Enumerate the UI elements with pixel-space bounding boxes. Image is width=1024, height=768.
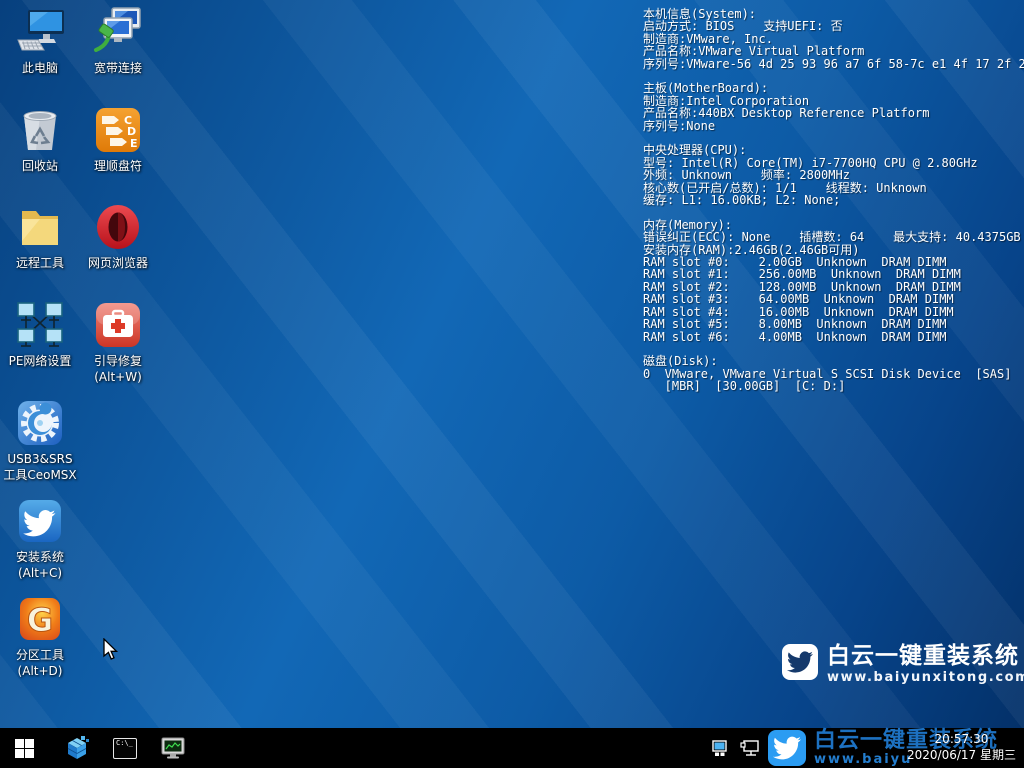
opera-browser-icon xyxy=(92,201,144,253)
desktop-icon-boot-repair[interactable]: 引导修复 (Alt+W) xyxy=(79,299,157,385)
sysinfo-memory: 内存(Memory): 错误纠正(ECC): None 插槽数: 64 最大支持… xyxy=(643,219,1021,343)
recycle-bin-icon xyxy=(14,104,66,156)
computer-icon xyxy=(14,6,66,58)
brand-watermark: 白云一键重装系统 www.baiyunxitong.com xyxy=(782,644,1024,685)
first-aid-kit-icon xyxy=(92,299,144,351)
diskgenius-icon: G xyxy=(14,593,66,645)
gear-swirl-icon xyxy=(14,397,66,449)
sysinfo-disk: 磁盘(Disk): 0 VMware, VMware Virtual S SCS… xyxy=(643,355,1021,392)
clock-date: 2020/06/17 星期三 xyxy=(907,747,1016,763)
desktop-icon-label: 网页浏览器 xyxy=(79,255,157,271)
display-settings-tray-icon[interactable] xyxy=(711,737,733,759)
hardware-monitor-icon xyxy=(160,735,186,761)
drive-letters-icon: C D E xyxy=(92,104,144,156)
blue-cube-icon xyxy=(64,735,90,761)
desktop-icon-label: 远程工具 xyxy=(1,255,79,271)
desktop-icon-partition-tool[interactable]: G 分区工具 (Alt+D) xyxy=(1,593,79,679)
network-tray-icon[interactable] xyxy=(739,737,761,759)
desktop-icon-usb3-srs-tool[interactable]: USB3&SRS 工具CeoMSX xyxy=(1,397,79,483)
drive-letter-e: E xyxy=(130,137,138,150)
system-tray xyxy=(708,728,764,768)
diskgenius-letter: G xyxy=(27,601,53,639)
desktop-icon-label: 理顺盘符 xyxy=(79,158,157,174)
desktop-icon-label: 分区工具 xyxy=(1,647,79,663)
desktop-icon-label2: 工具CeoMSX xyxy=(1,467,79,483)
desktop-icon-remote-tools[interactable]: 远程工具 xyxy=(1,201,79,271)
brand-url: www.baiyunxitong.com xyxy=(827,670,1024,685)
command-prompt-icon: C:\_ xyxy=(113,738,137,759)
mouse-cursor xyxy=(101,638,121,662)
sysinfo-system: 本机信息(System): 启动方式: BIOS 支持UEFI: 否 制造商:V… xyxy=(643,8,1021,70)
taskbar-app-cmd[interactable]: C:\_ xyxy=(101,728,149,768)
windows-logo-icon xyxy=(15,739,34,758)
clock-time: 20:57:30 xyxy=(907,731,1016,747)
broadband-connection-icon xyxy=(92,6,144,58)
desktop-icon-this-pc[interactable]: 此电脑 xyxy=(1,6,79,76)
desktop-icon-label2: (Alt+D) xyxy=(1,663,79,679)
desktop-icon-recycle-bin[interactable]: 回收站 xyxy=(1,104,79,174)
brand-title: 白云一键重装系统 xyxy=(827,644,1024,668)
network-diagram-icon xyxy=(14,299,66,351)
sysinfo-motherboard: 主板(MotherBoard): 制造商:Intel Corporation 产… xyxy=(643,82,1021,132)
taskbar-clock[interactable]: 20:57:30 2020/06/17 星期三 xyxy=(907,731,1016,763)
desktop-icon-label: 引导修复 xyxy=(79,353,157,369)
desktop-icon-label2: (Alt+W) xyxy=(79,369,157,385)
brand-bird-logo xyxy=(782,644,818,680)
desktop-icon-install-system[interactable]: 安装系统 (Alt+C) xyxy=(1,495,79,581)
taskbar-app-pe-tools[interactable] xyxy=(53,728,101,768)
desktop-icon-label2: (Alt+C) xyxy=(1,565,79,581)
desktop-icon-label: 回收站 xyxy=(1,158,79,174)
desktop-icon-label: USB3&SRS xyxy=(1,451,79,467)
desktop-icon-label: 宽带连接 xyxy=(79,60,157,76)
cmd-prompt-text: C:\_ xyxy=(116,740,133,747)
desktop-icon-label: PE网络设置 xyxy=(1,353,79,369)
desktop: 此电脑 宽带连接 xyxy=(0,0,1024,768)
desktop-icon-web-browser[interactable]: 网页浏览器 xyxy=(79,201,157,271)
taskbar-brand-bird-logo xyxy=(768,730,806,766)
system-info-overlay: 本机信息(System): 启动方式: BIOS 支持UEFI: 否 制造商:V… xyxy=(643,8,1021,405)
bird-icon xyxy=(14,495,66,547)
desktop-icon-broadband[interactable]: 宽带连接 xyxy=(79,6,157,76)
desktop-icon-drive-letters[interactable]: C D E 理顺盘符 xyxy=(79,104,157,174)
taskbar-app-hw-monitor[interactable] xyxy=(149,728,197,768)
desktop-icon-label: 安装系统 xyxy=(1,549,79,565)
sysinfo-cpu: 中央处理器(CPU): 型号: Intel(R) Core(TM) i7-770… xyxy=(643,144,1021,206)
taskbar: C:\_ xyxy=(0,728,1024,768)
start-button[interactable] xyxy=(0,728,48,768)
desktop-icon-pe-network-settings[interactable]: PE网络设置 xyxy=(1,299,79,369)
desktop-icon-label: 此电脑 xyxy=(1,60,79,76)
folder-icon xyxy=(14,201,66,253)
